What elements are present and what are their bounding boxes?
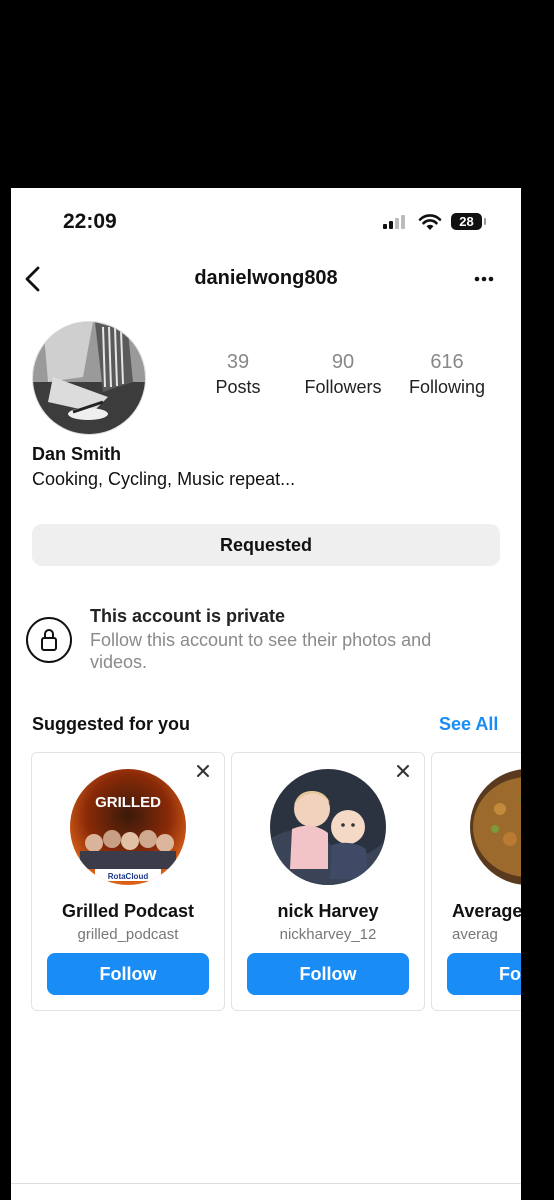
- display-name: Dan Smith: [32, 444, 122, 464]
- podcast-logo: GRILLED RotaCloud: [70, 769, 186, 885]
- requested-button[interactable]: Requested: [32, 524, 500, 566]
- status-bar: 22:09 28: [11, 188, 521, 254]
- suggestion-name: Grilled Podcast: [61, 901, 195, 921]
- status-time: 22:09: [63, 210, 117, 233]
- private-description: Follow this account to see their photos …: [90, 630, 432, 672]
- private-title: This account is private: [90, 606, 286, 626]
- profile-navbar: danielwong808: [11, 254, 521, 304]
- children-photo: [270, 769, 386, 885]
- suggestion-avatar[interactable]: [470, 769, 521, 885]
- follow-button[interactable]: Follow: [47, 953, 209, 995]
- suggestion-avatar[interactable]: [270, 769, 386, 885]
- see-all-link[interactable]: See All: [439, 714, 498, 735]
- follow-button[interactable]: Fo: [447, 953, 521, 995]
- suggestion-handle: grilled_podcast: [77, 926, 179, 943]
- stat-label: Followers: [304, 377, 382, 397]
- stat-posts[interactable]: 39 Posts: [183, 351, 293, 398]
- profile-photo: [33, 322, 145, 434]
- suggestion-handle: nickharvey_12: [279, 926, 377, 943]
- profile-username: danielwong808: [194, 267, 338, 289]
- wifi-icon: [418, 214, 442, 230]
- follow-button[interactable]: Follow: [247, 953, 409, 995]
- suggestion-name: nick Harvey: [277, 901, 379, 921]
- suggestion-name: Average: [452, 901, 521, 921]
- stat-value: 39: [226, 351, 250, 373]
- more-options-button[interactable]: [471, 269, 501, 289]
- suggestion-handle: averag: [452, 926, 498, 943]
- profile-avatar[interactable]: [32, 321, 146, 435]
- food-photo: [470, 769, 521, 885]
- suggestion-card[interactable]: GRILLED RotaCloud Grilled Podcast grille…: [31, 752, 225, 1011]
- tab-bar-divider: [11, 1183, 521, 1184]
- battery-icon: 28: [451, 213, 482, 230]
- stat-label: Posts: [215, 377, 261, 397]
- cellular-signal-icon: [383, 215, 411, 229]
- suggested-title: Suggested for you: [32, 714, 191, 734]
- stat-following[interactable]: 616 Following: [392, 351, 502, 398]
- close-icon[interactable]: [395, 763, 411, 779]
- phone-screen: 22:09 28 danielwong808 39 Posts 90 Follo…: [11, 188, 521, 1200]
- sponsor-text: RotaCloud: [108, 872, 149, 881]
- stat-value: 616: [430, 351, 464, 373]
- logo-text: GRILLED: [95, 794, 161, 811]
- lock-icon: [26, 617, 72, 663]
- suggestion-avatar[interactable]: GRILLED RotaCloud: [70, 769, 186, 885]
- close-icon[interactable]: [195, 763, 211, 779]
- stat-label: Following: [408, 377, 486, 397]
- suggestion-card[interactable]: Average averag Fo: [431, 752, 521, 1011]
- stat-followers[interactable]: 90 Followers: [288, 351, 398, 398]
- battery-cap: [484, 218, 486, 225]
- stat-value: 90: [331, 351, 355, 373]
- bio: Cooking, Cycling, Music repeat...: [32, 469, 296, 489]
- suggestion-card[interactable]: nick Harvey nickharvey_12 Follow: [231, 752, 425, 1011]
